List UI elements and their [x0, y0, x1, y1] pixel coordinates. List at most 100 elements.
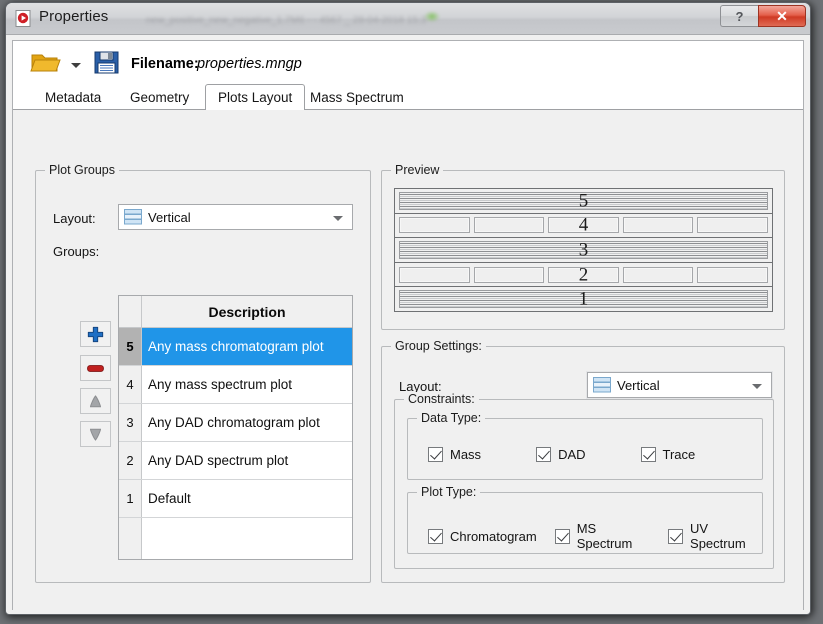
tab-mass-spectrum[interactable]: Mass Spectrum: [298, 86, 416, 109]
chevron-down-icon: [752, 384, 762, 389]
preview-row-label: 3: [578, 239, 589, 261]
checkmark-icon[interactable]: [640, 447, 656, 462]
preview-row: 2: [395, 263, 772, 288]
floppy-disk-icon[interactable]: [93, 49, 120, 76]
preview-row: 5: [395, 189, 772, 214]
preview-subcell: [473, 266, 545, 283]
ghost-green-dot: [424, 11, 440, 22]
title-bar: Properties new_positive_new_negative_1.7…: [6, 3, 810, 35]
table-row[interactable]: 1 Default: [119, 480, 352, 518]
minus-icon: [87, 364, 104, 372]
checkmark-icon[interactable]: [668, 528, 684, 544]
preview-subcell: [622, 266, 694, 283]
group-layout-dropdown[interactable]: Vertical: [587, 372, 772, 398]
data-type-title: Data Type:: [417, 411, 486, 425]
data-type-options: Mass DAD Trace: [408, 447, 762, 462]
vertical-stack-icon: [593, 377, 611, 393]
preview-subcell: [399, 266, 470, 283]
preview-subcell: [548, 266, 619, 283]
window-controls: ? ✕: [720, 5, 806, 27]
row-description: Any DAD chromatogram plot: [148, 415, 320, 430]
help-button[interactable]: ?: [720, 5, 758, 27]
folder-dropdown-caret-icon[interactable]: [71, 63, 81, 68]
plus-icon: [87, 326, 104, 342]
checkbox-uv-spectrum-label: UV Spectrum: [690, 521, 746, 551]
checkbox-uv-spectrum[interactable]: UV Spectrum: [668, 521, 762, 551]
checkbox-chromatogram-label: Chromatogram: [450, 528, 537, 544]
checkbox-dad-label: DAD: [558, 447, 586, 462]
checkbox-dad[interactable]: DAD: [536, 447, 586, 462]
row-number: 4: [119, 366, 142, 403]
checkmark-icon[interactable]: [536, 447, 552, 462]
checkbox-trace-label: Trace: [662, 447, 696, 462]
tab-metadata[interactable]: Metadata: [33, 86, 113, 109]
plot-groups-title: Plot Groups: [45, 163, 120, 177]
plot-type-options: Chromatogram MS Spectrum UV Spectrum: [408, 521, 762, 551]
preview-row-label: 1: [578, 288, 589, 310]
preview-row: 1: [395, 287, 772, 311]
row-description: Any mass chromatogram plot: [142, 328, 352, 365]
groups-table[interactable]: Description 5 Any mass chromatogram plot…: [118, 295, 353, 560]
empty-description-column: [142, 518, 352, 559]
table-header-description: Description: [208, 303, 286, 320]
tab-geometry[interactable]: Geometry: [118, 86, 201, 109]
table-row[interactable]: 5 Any mass chromatogram plot: [119, 328, 352, 366]
window-document-red-icon: [15, 10, 32, 27]
layout-dropdown[interactable]: Vertical: [118, 204, 353, 230]
table-row[interactable]: 3 Any DAD chromatogram plot: [119, 404, 352, 442]
group-settings-title: Group Settings:: [391, 339, 486, 353]
tab-strip: Metadata Geometry Plots Layout Mass Spec…: [13, 84, 803, 110]
preview-subcell: [622, 217, 694, 234]
window-title: Properties: [39, 8, 109, 25]
table-empty-area: [119, 518, 352, 559]
table-row[interactable]: 4 Any mass spectrum plot: [119, 366, 352, 404]
preview-subcell: [548, 217, 619, 234]
checkmark-icon[interactable]: [428, 447, 443, 462]
properties-window: Properties new_positive_new_negative_1.7…: [5, 2, 811, 615]
group-settings-panel: Group Settings: Layout: Vertical Constra…: [381, 339, 785, 583]
preview-canvas: 5 4 3 2 1: [394, 188, 773, 312]
preview-panel: Preview 5 4 3 2 1: [381, 163, 785, 330]
triangle-up-icon: [89, 394, 102, 407]
row-description: Default: [148, 491, 191, 506]
group-layout-dropdown-value: Vertical: [617, 377, 660, 393]
table-header-number: [119, 296, 142, 327]
checkbox-ms-spectrum-label: MS Spectrum: [576, 521, 633, 551]
move-down-button[interactable]: [80, 421, 111, 447]
vertical-stack-icon: [124, 209, 142, 225]
panel-body: Plot Groups Layout: Vertical Groups: Des…: [13, 110, 803, 610]
preview-subcell: [697, 266, 768, 283]
filename-value: properties.mngp: [197, 56, 302, 72]
table-row[interactable]: 2 Any DAD spectrum plot: [119, 442, 352, 480]
checkbox-chromatogram[interactable]: Chromatogram: [428, 528, 537, 544]
constraints-panel: Constraints: Data Type: Mass DAD Trace P…: [394, 392, 774, 569]
layout-dropdown-value: Vertical: [148, 209, 191, 225]
checkbox-ms-spectrum[interactable]: MS Spectrum: [554, 521, 650, 551]
checkmark-icon[interactable]: [554, 528, 570, 544]
layout-label: Layout:: [53, 211, 96, 226]
preview-title: Preview: [391, 163, 444, 177]
window-ghost-text: new_positive_new_negative_1.7M6 - - 4567…: [146, 15, 427, 26]
row-description: Any DAD spectrum plot: [148, 453, 289, 468]
row-number: 5: [119, 328, 142, 365]
preview-subcell: [473, 217, 545, 234]
preview-row: 3: [395, 238, 772, 263]
close-button[interactable]: ✕: [758, 5, 806, 27]
chevron-down-icon: [333, 216, 343, 221]
remove-group-button[interactable]: [80, 355, 111, 381]
row-number: 1: [119, 480, 142, 517]
plot-groups-panel: Plot Groups Layout: Vertical Groups: Des…: [35, 163, 371, 583]
checkbox-mass[interactable]: Mass: [428, 447, 481, 462]
tab-plots-layout[interactable]: Plots Layout: [205, 84, 306, 110]
move-up-button[interactable]: [80, 388, 111, 414]
empty-number-column: [119, 518, 142, 559]
preview-row: 4: [395, 214, 772, 239]
open-folder-icon[interactable]: [30, 50, 66, 76]
triangle-down-icon: [89, 428, 102, 441]
add-group-button[interactable]: [80, 321, 111, 347]
checkmark-icon[interactable]: [428, 528, 443, 544]
client-area: Filename: properties.mngp Metadata Geome…: [12, 40, 804, 610]
constraints-title: Constraints:: [404, 392, 479, 406]
plot-type-title: Plot Type:: [417, 485, 481, 499]
checkbox-trace[interactable]: Trace: [640, 447, 696, 462]
